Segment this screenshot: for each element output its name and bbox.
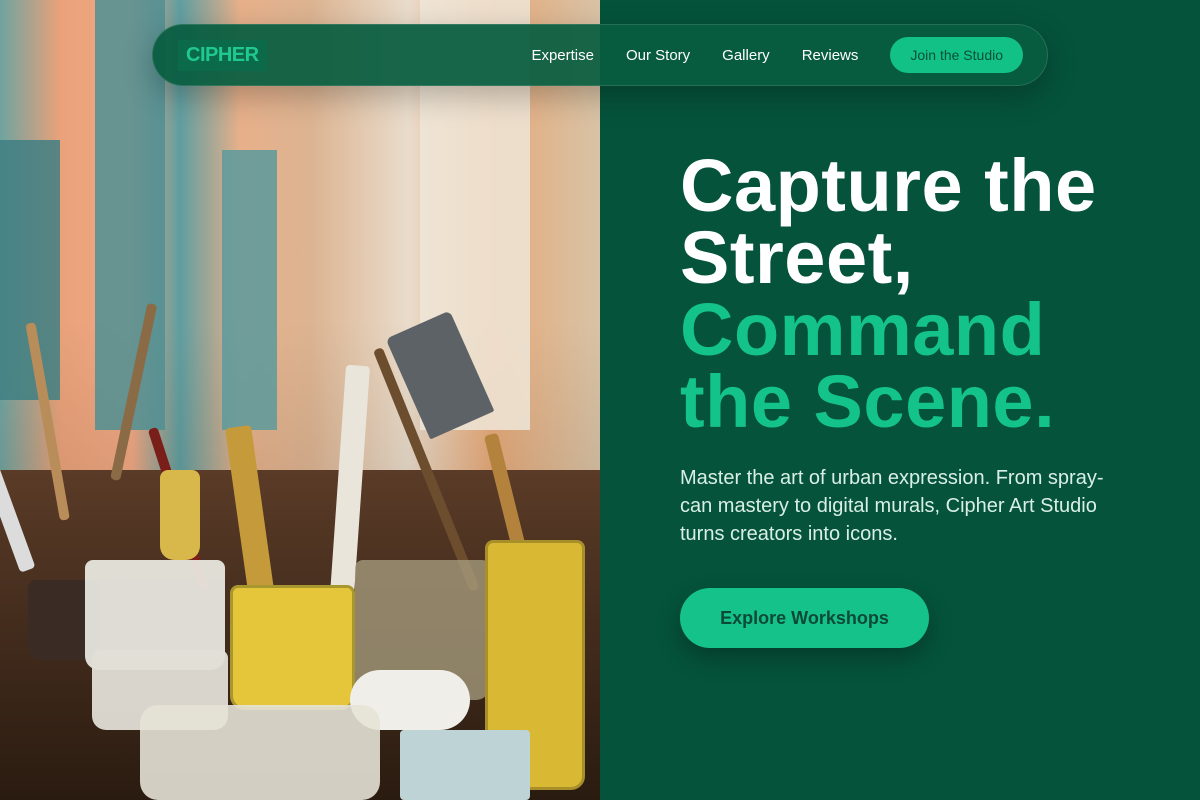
hero-photo bbox=[0, 0, 600, 800]
logo[interactable]: CIPHER bbox=[178, 39, 267, 71]
headline-accent-line: Command bbox=[680, 288, 1046, 371]
hero-headline: Capture the Street, Command the Scene. bbox=[680, 144, 1140, 443]
wall-paint-stripe bbox=[222, 150, 277, 430]
nav-link-gallery[interactable]: Gallery bbox=[722, 47, 770, 64]
headline-line: Capture the bbox=[680, 144, 1097, 227]
navbar: CIPHER Expertise Our Story Gallery Revie… bbox=[152, 24, 1048, 86]
glue-bottle bbox=[160, 470, 200, 560]
wrapped-bundle bbox=[140, 705, 380, 800]
join-studio-button[interactable]: Join the Studio bbox=[890, 37, 1023, 73]
box bbox=[400, 730, 530, 800]
wall-paint-stripe bbox=[0, 140, 60, 400]
explore-workshops-button[interactable]: Explore Workshops bbox=[680, 588, 929, 648]
nav-link-our-story[interactable]: Our Story bbox=[626, 47, 690, 64]
nav-link-expertise[interactable]: Expertise bbox=[531, 47, 594, 64]
paint-can bbox=[230, 585, 355, 710]
nav-links: Expertise Our Story Gallery Reviews Join… bbox=[531, 37, 1023, 73]
nav-link-reviews[interactable]: Reviews bbox=[802, 47, 859, 64]
headline-accent-line: the Scene. bbox=[680, 360, 1056, 443]
headline-line: Street, bbox=[680, 216, 914, 299]
hero-subtext: Master the art of urban expression. From… bbox=[680, 467, 1104, 545]
